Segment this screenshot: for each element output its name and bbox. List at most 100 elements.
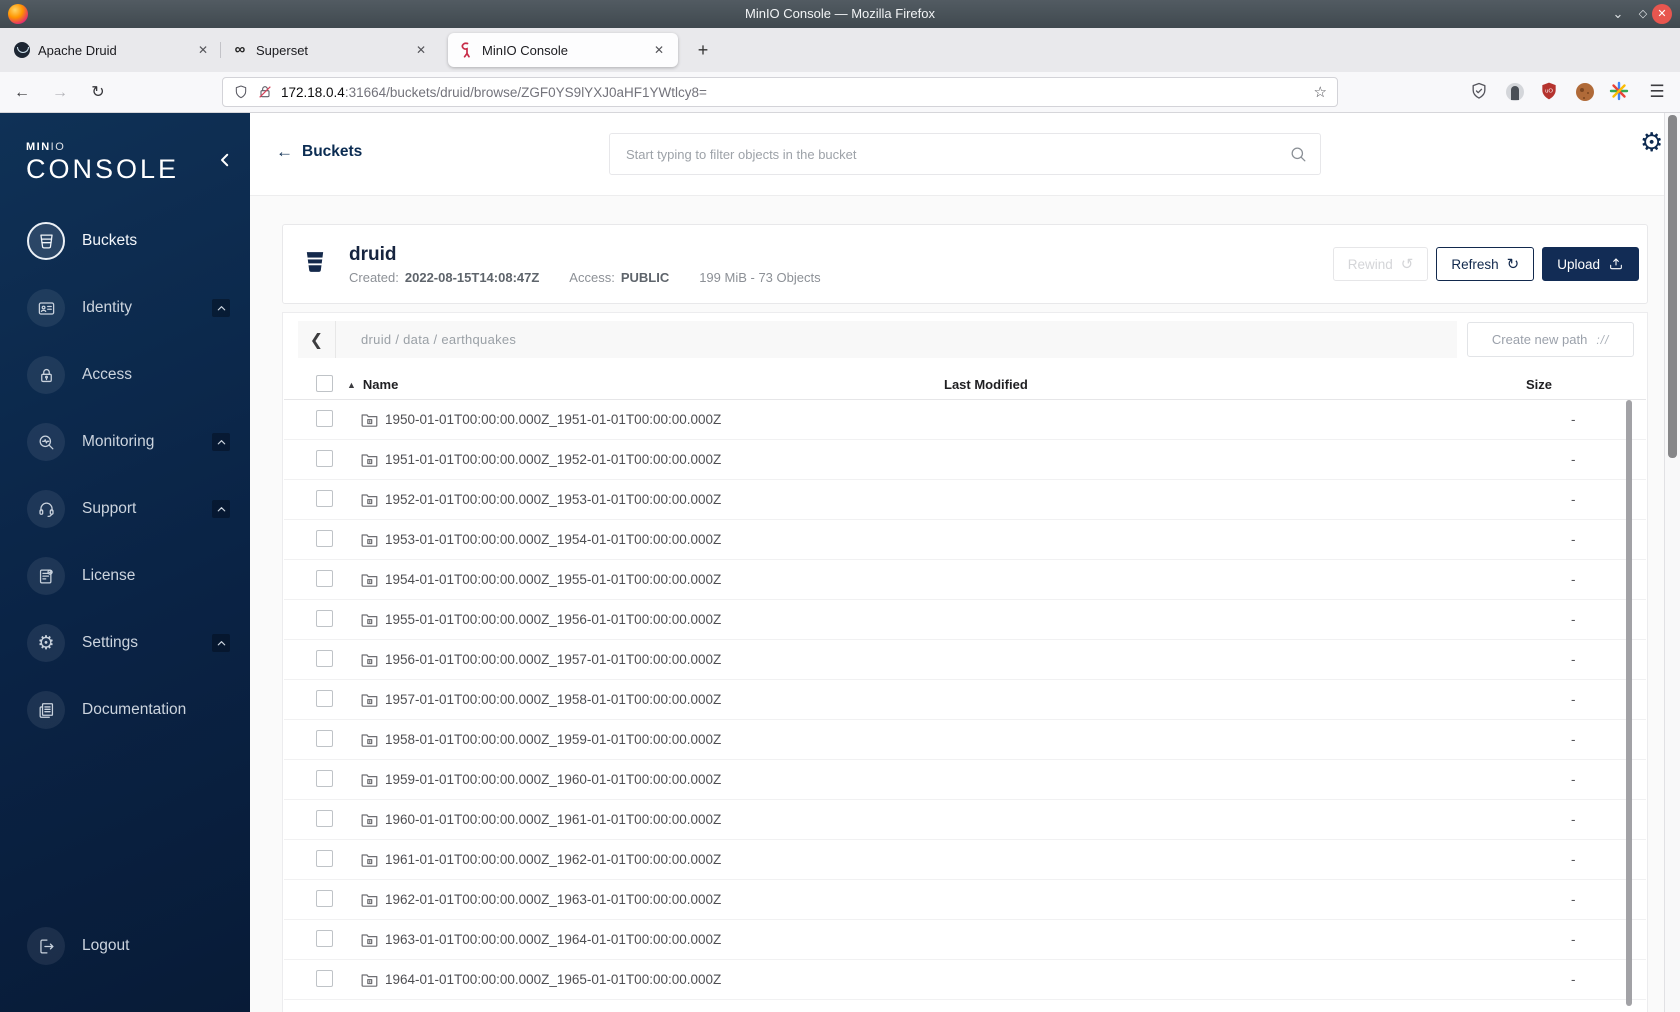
new-tab-button[interactable]: +: [690, 38, 716, 64]
object-name[interactable]: 1958-01-01T00:00:00.000Z_1959-01-01T00:0…: [385, 732, 721, 747]
row-checkbox[interactable]: [316, 929, 333, 947]
object-name[interactable]: 1952-01-01T00:00:00.000Z_1953-01-01T00:0…: [385, 492, 721, 507]
window-maximize-button[interactable]: ◇: [1633, 4, 1653, 24]
object-filter-searchbox[interactable]: [609, 133, 1321, 175]
table-row[interactable]: 1960-01-01T00:00:00.000Z_1961-01-01T00:0…: [284, 800, 1646, 840]
refresh-button[interactable]: Refresh ↻: [1436, 247, 1535, 281]
row-checkbox[interactable]: [316, 729, 333, 747]
sidebar-collapse-icon[interactable]: [216, 151, 234, 169]
shield-permissions-icon[interactable]: [233, 84, 249, 100]
ublock-origin-extension-icon[interactable]: uO: [1539, 81, 1561, 103]
row-checkbox[interactable]: [316, 649, 333, 667]
table-row[interactable]: 1963-01-01T00:00:00.000Z_1964-01-01T00:0…: [284, 920, 1646, 960]
object-name[interactable]: 1962-01-01T00:00:00.000Z_1963-01-01T00:0…: [385, 892, 721, 907]
object-name[interactable]: 1953-01-01T00:00:00.000Z_1954-01-01T00:0…: [385, 532, 721, 547]
url-bar[interactable]: 172.18.0.4:31664/buckets/druid/browse/ZG…: [222, 77, 1338, 107]
table-row[interactable]: 1951-01-01T00:00:00.000Z_1952-01-01T00:0…: [284, 440, 1646, 480]
row-checkbox[interactable]: [316, 409, 333, 427]
chevron-up-icon[interactable]: [212, 500, 230, 518]
tab-superset[interactable]: ∞ Superset ✕: [226, 33, 436, 67]
sort-ascending-icon[interactable]: ▲: [347, 380, 356, 390]
tab-apache-druid[interactable]: Apache Druid ✕: [8, 33, 218, 67]
object-name[interactable]: 1964-01-01T00:00:00.000Z_1965-01-01T00:0…: [385, 972, 721, 987]
tab-minio-console-active[interactable]: MinIO Console ✕: [448, 33, 678, 67]
back-to-buckets-link[interactable]: ← Buckets: [276, 142, 362, 162]
shield-check-extension-icon[interactable]: [1469, 81, 1491, 103]
table-row[interactable]: 1964-01-01T00:00:00.000Z_1965-01-01T00:0…: [284, 960, 1646, 1000]
profile-extension-icon[interactable]: [1504, 81, 1526, 103]
object-name[interactable]: 1959-01-01T00:00:00.000Z_1960-01-01T00:0…: [385, 772, 721, 787]
object-name[interactable]: 1956-01-01T00:00:00.000Z_1957-01-01T00:0…: [385, 652, 721, 667]
hamburger-menu-icon[interactable]: ☰: [1646, 81, 1668, 103]
row-checkbox[interactable]: [316, 689, 333, 707]
sidebar-item-license[interactable]: License: [0, 548, 250, 604]
object-name[interactable]: 1961-01-01T00:00:00.000Z_1962-01-01T00:0…: [385, 852, 721, 867]
object-name[interactable]: 1955-01-01T00:00:00.000Z_1956-01-01T00:0…: [385, 612, 721, 627]
upload-button[interactable]: Upload: [1542, 247, 1639, 281]
object-name[interactable]: 1960-01-01T00:00:00.000Z_1961-01-01T00:0…: [385, 812, 721, 827]
chevron-up-icon[interactable]: [212, 433, 230, 451]
tab-close-icon[interactable]: ✕: [412, 41, 430, 59]
chevron-up-icon[interactable]: [212, 299, 230, 317]
object-name[interactable]: 1950-01-01T00:00:00.000Z_1951-01-01T00:0…: [385, 412, 721, 427]
sidebar-item-identity[interactable]: Identity: [0, 280, 250, 336]
console-settings-gear-icon[interactable]: ⚙: [1640, 129, 1663, 155]
row-checkbox[interactable]: [316, 809, 333, 827]
page-scrollbar-thumb[interactable]: [1668, 115, 1677, 458]
sidebar-item-logout[interactable]: Logout: [0, 918, 250, 974]
row-checkbox[interactable]: [316, 569, 333, 587]
row-checkbox[interactable]: [316, 769, 333, 787]
table-row[interactable]: 1950-01-01T00:00:00.000Z_1951-01-01T00:0…: [284, 400, 1646, 440]
sidebar-item-monitoring[interactable]: Monitoring: [0, 414, 250, 470]
select-all-checkbox[interactable]: [316, 374, 333, 392]
table-row[interactable]: 1961-01-01T00:00:00.000Z_1962-01-01T00:0…: [284, 840, 1646, 880]
table-row[interactable]: 1955-01-01T00:00:00.000Z_1956-01-01T00:0…: [284, 600, 1646, 640]
row-checkbox[interactable]: [316, 489, 333, 507]
sidebar-item-access[interactable]: Access: [0, 347, 250, 403]
breadcrumb-back-chevron-icon[interactable]: ❮: [298, 321, 336, 358]
sidebar-item-settings[interactable]: ⚙ Settings: [0, 615, 250, 671]
back-button[interactable]: ←: [10, 81, 34, 105]
row-checkbox[interactable]: [316, 849, 333, 867]
table-row[interactable]: 1952-01-01T00:00:00.000Z_1953-01-01T00:0…: [284, 480, 1646, 520]
column-header-last-modified[interactable]: Last Modified: [944, 377, 1524, 392]
table-row[interactable]: 1953-01-01T00:00:00.000Z_1954-01-01T00:0…: [284, 520, 1646, 560]
forward-button[interactable]: →: [48, 81, 72, 105]
tab-close-icon[interactable]: ✕: [194, 41, 212, 59]
breadcrumb-path[interactable]: druid / data / earthquakes: [361, 332, 516, 347]
cookie-extension-icon[interactable]: [1574, 81, 1596, 103]
column-header-size[interactable]: Size: [1524, 377, 1646, 392]
column-header-name[interactable]: Name: [363, 377, 398, 392]
table-row[interactable]: 1956-01-01T00:00:00.000Z_1957-01-01T00:0…: [284, 640, 1646, 680]
table-row[interactable]: 1962-01-01T00:00:00.000Z_1963-01-01T00:0…: [284, 880, 1646, 920]
page-scrollbar[interactable]: [1664, 113, 1680, 1012]
window-minimize-button[interactable]: ⌄: [1608, 4, 1628, 24]
table-scrollbar[interactable]: [1626, 400, 1632, 1006]
row-checkbox[interactable]: [316, 529, 333, 547]
sparkle-extension-icon[interactable]: [1609, 81, 1631, 103]
object-name[interactable]: 1963-01-01T00:00:00.000Z_1964-01-01T00:0…: [385, 932, 721, 947]
object-name[interactable]: 1957-01-01T00:00:00.000Z_1958-01-01T00:0…: [385, 692, 721, 707]
row-checkbox[interactable]: [316, 889, 333, 907]
reload-button[interactable]: ↻: [86, 81, 110, 105]
bookmark-star-icon[interactable]: ☆: [1314, 83, 1327, 101]
tab-close-icon[interactable]: ✕: [650, 41, 668, 59]
row-checkbox[interactable]: [316, 449, 333, 467]
sidebar-item-documentation[interactable]: Documentation: [0, 682, 250, 738]
chevron-up-icon[interactable]: [212, 634, 230, 652]
table-row[interactable]: 1957-01-01T00:00:00.000Z_1958-01-01T00:0…: [284, 680, 1646, 720]
table-row[interactable]: 1954-01-01T00:00:00.000Z_1955-01-01T00:0…: [284, 560, 1646, 600]
insecure-lock-icon[interactable]: [257, 84, 273, 100]
table-row[interactable]: 1958-01-01T00:00:00.000Z_1959-01-01T00:0…: [284, 720, 1646, 760]
sidebar-item-buckets[interactable]: Buckets: [0, 213, 250, 269]
object-name[interactable]: 1954-01-01T00:00:00.000Z_1955-01-01T00:0…: [385, 572, 721, 587]
object-name[interactable]: 1951-01-01T00:00:00.000Z_1952-01-01T00:0…: [385, 452, 721, 467]
window-close-button[interactable]: ✕: [1652, 4, 1672, 24]
row-checkbox[interactable]: [316, 609, 333, 627]
row-checkbox[interactable]: [316, 969, 333, 987]
sidebar-item-support[interactable]: Support: [0, 481, 250, 537]
search-input[interactable]: [626, 146, 1289, 162]
table-row[interactable]: 1959-01-01T00:00:00.000Z_1960-01-01T00:0…: [284, 760, 1646, 800]
rewind-button[interactable]: Rewind ↺: [1332, 247, 1429, 281]
create-new-path-button[interactable]: Create new path ://: [1467, 322, 1634, 357]
